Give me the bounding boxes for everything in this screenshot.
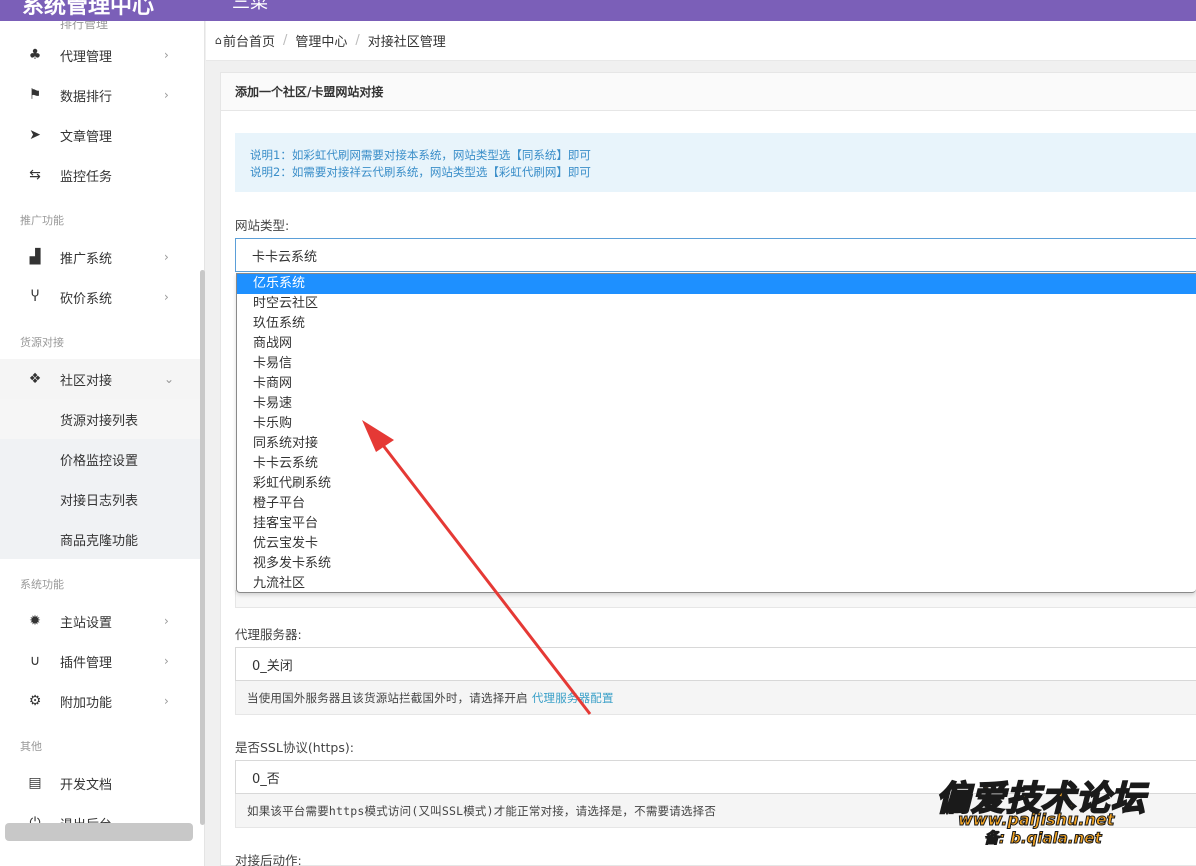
brand-title[interactable]: 系统管理中心 xyxy=(22,0,154,20)
sidebar: 排行管理 ♣ 代理管理 › ⚑ 数据排行 › ➤ 文章管理 ⇆ 监控任务 推广功… xyxy=(0,21,205,866)
site-type-label: 网站类型: xyxy=(235,218,290,233)
top-bar: 系统管理中心 三菜 xyxy=(0,0,1196,21)
dropdown-option[interactable]: 玖伍系统 xyxy=(237,314,1196,334)
dropdown-option[interactable]: 橙子平台 xyxy=(237,494,1196,514)
breadcrumb-home[interactable]: 前台首页 xyxy=(223,31,275,50)
sidebar-subitem-clone[interactable]: 商品克隆功能 xyxy=(0,519,200,559)
sidebar-item-label: 附加功能 xyxy=(60,695,113,711)
sitemap-icon: ♣ xyxy=(28,47,42,63)
sidebar-item-monitor[interactable]: ⇆ 监控任务 xyxy=(0,155,200,195)
sidebar-subitem-label: 对接日志列表 xyxy=(60,493,139,509)
proxy-help-text: 当使用国外服务器且该货源站拦截国外时，请选择开启 xyxy=(247,690,528,705)
sidebar-item-label: 开发文档 xyxy=(60,777,113,793)
breadcrumb-separator: / xyxy=(355,33,360,48)
watermark-logo: 偏爱技术论坛 www.paijishu.net 备: b.qiala.net xyxy=(935,771,1176,851)
cubes-icon: ❖ xyxy=(28,371,42,387)
breadcrumb: ⌂ 前台首页 / 管理中心 / 对接社区管理 xyxy=(206,21,1196,61)
industry-icon: ▟ xyxy=(29,249,41,265)
sidebar-item-label: 代理管理 xyxy=(60,49,113,65)
section-other: 其他 xyxy=(20,740,42,753)
sidebar-item-community[interactable]: ❖ 社区对接 ⌄ xyxy=(0,359,200,399)
sidebar-scroll-bottom[interactable] xyxy=(5,823,193,841)
sidebar-subitem-price-monitor[interactable]: 价格监控设置 xyxy=(0,439,200,479)
dropdown-option[interactable]: 卡易速 xyxy=(237,394,1196,414)
sidebar-item-articles[interactable]: ➤ 文章管理 xyxy=(0,115,200,155)
section-promo: 推广功能 xyxy=(20,214,64,227)
sidebar-item-label: 砍价系统 xyxy=(60,291,113,307)
ssl-label: 是否SSL协议(https): xyxy=(235,740,354,755)
notice-line-2: 说明2：如需要对接祥云代刷系统，网站类型选【彩虹代刷网】即可 xyxy=(250,165,591,179)
dropdown-option[interactable]: 优云宝发卡 xyxy=(237,534,1196,554)
sidebar-subitem-label: 商品克隆功能 xyxy=(60,533,139,549)
cutlery-icon: Ⴤ xyxy=(30,289,40,305)
notice-box: 说明1：如彩虹代刷网需要对接本系统，网站类型选【同系统】即可 说明2：如需要对接… xyxy=(235,133,1196,192)
flag-icon: ⚑ xyxy=(28,87,42,103)
sidebar-item-extras[interactable]: ⚙ 附加功能 › xyxy=(0,681,200,721)
dropdown-option[interactable]: 卡商网 xyxy=(237,374,1196,394)
chevron-right-icon: › xyxy=(164,694,169,708)
chevron-right-icon: › xyxy=(164,48,169,62)
sidebar-item-promo-system[interactable]: ▟ 推广系统 › xyxy=(0,237,200,277)
sidebar-item-agent[interactable]: ♣ 代理管理 › xyxy=(0,35,200,75)
site-type-select[interactable]: 卡卡云系统 xyxy=(235,238,1196,272)
sidebar-item-site-settings[interactable]: ✹ 主站设置 › xyxy=(0,601,200,641)
section-system: 系统功能 xyxy=(20,578,64,591)
sidebar-item-label: 文章管理 xyxy=(60,129,113,145)
sidebar-item-bargain[interactable]: Ⴤ 砍价系统 › xyxy=(0,277,200,317)
paper-plane-icon: ➤ xyxy=(29,127,41,143)
sidebar-item-label: 监控任务 xyxy=(60,169,113,185)
sidebar-subitem-log-list[interactable]: 对接日志列表 xyxy=(0,479,200,519)
retweet-icon: ⇆ xyxy=(29,167,41,183)
sidebar-subitem-label: 货源对接列表 xyxy=(60,413,139,429)
dropdown-option[interactable]: 时空云社区 xyxy=(237,294,1196,314)
dropdown-option[interactable]: 同系统对接 xyxy=(237,434,1196,454)
top-bar-tab[interactable]: 三菜 xyxy=(232,0,268,14)
magnet-icon: ∪ xyxy=(29,653,41,669)
sidebar-item-cut[interactable]: 排行管理 xyxy=(60,21,108,32)
sidebar-subitem-label: 价格监控设置 xyxy=(60,453,139,469)
sidebar-item-plugins[interactable]: ∪ 插件管理 › xyxy=(0,641,200,681)
proxy-select[interactable]: 0_关闭 xyxy=(235,647,1196,681)
dropdown-option[interactable]: 卡易信 xyxy=(237,354,1196,374)
panel-title: 添加一个社区/卡盟网站对接 xyxy=(221,73,1196,111)
after-action-label: 对接后动作: xyxy=(235,853,302,866)
sidebar-item-label: 推广系统 xyxy=(60,251,113,267)
watermark-sub: 备: b.qiala.net xyxy=(984,829,1103,848)
dropdown-option[interactable]: 商战网 xyxy=(237,334,1196,354)
chevron-right-icon: › xyxy=(164,290,169,304)
proxy-config-link[interactable]: 代理服务器配置 xyxy=(532,690,614,706)
site-type-dropdown[interactable]: 亿乐系统 时空云社区 玖伍系统 商战网 卡易信 卡商网 卡易速 卡乐购 同系统对接 卡卡云系统 彩虹… xyxy=(236,273,1196,593)
chevron-right-icon: › xyxy=(164,614,169,628)
sidebar-item-docs[interactable]: ▤ 开发文档 xyxy=(0,763,200,803)
dropdown-option[interactable]: 挂客宝平台 xyxy=(237,514,1196,534)
sidebar-item-label: 主站设置 xyxy=(60,615,113,631)
home-icon: ⌂ xyxy=(215,34,222,47)
proxy-help: 当使用国外服务器且该货源站拦截国外时，请选择开启 代理服务器配置 xyxy=(235,681,1196,715)
breadcrumb-mid[interactable]: 管理中心 xyxy=(295,31,347,50)
dropdown-option[interactable]: 彩虹代刷系统 xyxy=(237,474,1196,494)
breadcrumb-separator: / xyxy=(283,33,288,48)
dropdown-option[interactable]: 九流社区 xyxy=(237,574,1196,592)
chevron-right-icon: › xyxy=(164,250,169,264)
sidebar-item-label: 插件管理 xyxy=(60,655,113,671)
chevron-down-icon: ⌄ xyxy=(164,372,175,386)
sidebar-scrollbar[interactable] xyxy=(200,270,205,825)
sidebar-item-label: 数据排行 xyxy=(60,89,113,105)
proxy-label: 代理服务器: xyxy=(235,627,302,642)
breadcrumb-current: 对接社区管理 xyxy=(367,35,446,50)
gears-icon: ⚙ xyxy=(28,693,42,709)
dropdown-option[interactable]: 卡乐购 xyxy=(237,414,1196,434)
gear-icon: ✹ xyxy=(29,613,41,629)
section-source: 货源对接 xyxy=(20,336,64,349)
sidebar-subitem-source-list[interactable]: 货源对接列表 xyxy=(0,399,200,439)
document-icon: ▤ xyxy=(28,775,42,791)
dropdown-option[interactable]: 亿乐系统 xyxy=(237,274,1196,294)
notice-line-1: 说明1：如彩虹代刷网需要对接本系统，网站类型选【同系统】即可 xyxy=(250,148,591,162)
dropdown-option[interactable]: 视多发卡系统 xyxy=(237,554,1196,574)
dropdown-option[interactable]: 卡卡云系统 xyxy=(237,454,1196,474)
sidebar-item-label: 社区对接 xyxy=(60,373,113,389)
sidebar-item-ranking[interactable]: ⚑ 数据排行 › xyxy=(0,75,200,115)
chevron-right-icon: › xyxy=(164,654,169,668)
chevron-right-icon: › xyxy=(164,88,169,102)
